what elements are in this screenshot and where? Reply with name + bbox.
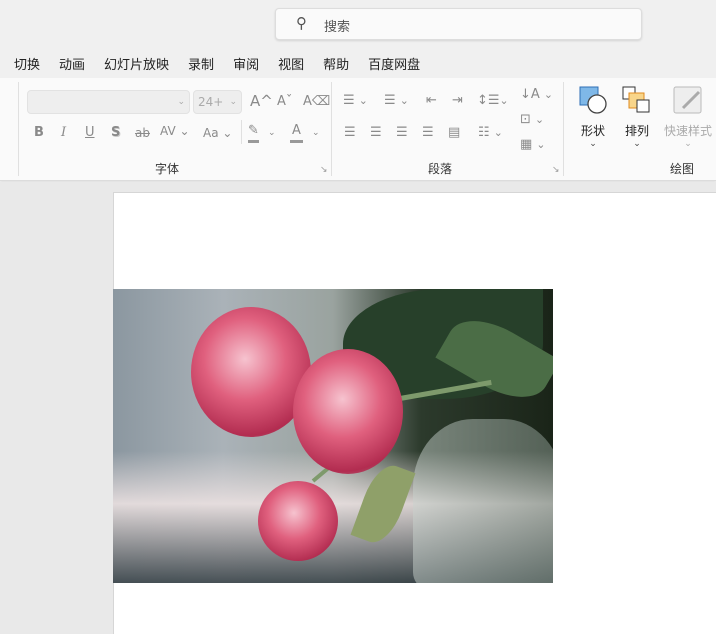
change-case-button[interactable]: Aa ⌄ bbox=[203, 124, 232, 142]
tab-record[interactable]: 录制 bbox=[188, 50, 214, 76]
align-left-button[interactable]: ☰ bbox=[344, 124, 356, 142]
highlight-color-button[interactable]: ✎ bbox=[248, 122, 259, 143]
font-size-select[interactable]: 24+ ⌄ bbox=[193, 90, 242, 114]
align-right-button[interactable]: ☰ bbox=[396, 124, 408, 142]
font-group-label: 字体 bbox=[155, 162, 180, 176]
shadow-button[interactable]: S bbox=[111, 124, 120, 142]
tab-animations[interactable]: 动画 bbox=[59, 50, 85, 76]
numbering-button[interactable]: ☰ ⌄ bbox=[384, 92, 409, 110]
paragraph-group-label: 段落 bbox=[428, 162, 453, 176]
tab-view[interactable]: 视图 bbox=[278, 50, 304, 76]
font-color-button[interactable]: A bbox=[290, 122, 303, 143]
bold-button[interactable]: B bbox=[34, 124, 44, 142]
line-spacing-button[interactable]: ↕☰⌄ bbox=[477, 92, 509, 110]
ribbon-tabs: 切换 动画 幻灯片放映 录制 审阅 视图 帮助 百度网盘 bbox=[0, 50, 425, 76]
search-box[interactable]: ⚲ 搜索 bbox=[275, 8, 642, 40]
italic-button[interactable]: I bbox=[61, 124, 66, 142]
search-placeholder: 搜索 bbox=[324, 20, 351, 35]
font-name-select[interactable]: ⌄ bbox=[27, 90, 190, 114]
shapes-button[interactable]: 形状 ⌄ bbox=[568, 86, 618, 149]
dialog-launcher-icon[interactable]: ↘ bbox=[552, 165, 560, 175]
dialog-launcher-icon[interactable]: ↘ bbox=[320, 165, 328, 175]
ribbon: ⌄ 24+ ⌄ A^ Aˇ A⌫ B I U S ab AV ⌄ Aa ⌄ ✎ ⌄… bbox=[0, 78, 716, 181]
text-direction-button[interactable]: ↓A ⌄ bbox=[520, 86, 553, 104]
strikethrough-button[interactable]: ab bbox=[135, 124, 150, 142]
chevron-down-icon[interactable]: ⌄ bbox=[268, 124, 276, 142]
clear-format-button[interactable]: A⌫ bbox=[303, 93, 330, 111]
highlighter-icon: ✎ bbox=[248, 123, 259, 138]
columns-button[interactable]: ☷ ⌄ bbox=[478, 124, 503, 142]
distributed-button[interactable]: ▤ bbox=[448, 124, 460, 142]
drawing-group-label: 绘图 bbox=[670, 162, 695, 176]
arrange-button[interactable]: 排列 ⌄ bbox=[612, 86, 662, 149]
chevron-down-icon: ⌄ bbox=[229, 97, 237, 107]
tulip-image[interactable] bbox=[113, 289, 553, 583]
character-spacing-button[interactable]: AV ⌄ bbox=[160, 122, 190, 140]
justify-button[interactable]: ☰ bbox=[422, 124, 434, 142]
align-text-button[interactable]: ⊡ ⌄ bbox=[520, 111, 544, 129]
align-center-button[interactable]: ☰ bbox=[370, 124, 382, 142]
shapes-icon bbox=[579, 86, 607, 114]
smartart-button[interactable]: ▦ ⌄ bbox=[520, 136, 546, 154]
decrease-indent-button[interactable]: ⇤ bbox=[426, 92, 437, 110]
quick-styles-button[interactable]: 快速样式 ⌄ bbox=[660, 86, 716, 149]
tab-help[interactable]: 帮助 bbox=[323, 50, 349, 76]
arrange-icon bbox=[622, 86, 650, 113]
bullets-button[interactable]: ☰ ⌄ bbox=[343, 92, 368, 110]
divider bbox=[18, 82, 19, 176]
quick-styles-icon bbox=[673, 86, 702, 114]
search-icon: ⚲ bbox=[296, 14, 307, 32]
tab-slideshow[interactable]: 幻灯片放映 bbox=[104, 50, 169, 76]
chevron-down-icon: ⌄ bbox=[177, 97, 185, 107]
increase-indent-button[interactable]: ⇥ bbox=[452, 92, 463, 110]
tab-transitions[interactable]: 切换 bbox=[14, 50, 40, 76]
chevron-down-icon[interactable]: ⌄ bbox=[312, 124, 320, 142]
tab-baidu-netdisk[interactable]: 百度网盘 bbox=[368, 50, 420, 76]
tab-review[interactable]: 审阅 bbox=[233, 50, 259, 76]
shrink-font-button[interactable]: Aˇ bbox=[277, 93, 292, 111]
grow-font-button[interactable]: A^ bbox=[250, 92, 273, 110]
underline-button[interactable]: U bbox=[85, 124, 95, 142]
